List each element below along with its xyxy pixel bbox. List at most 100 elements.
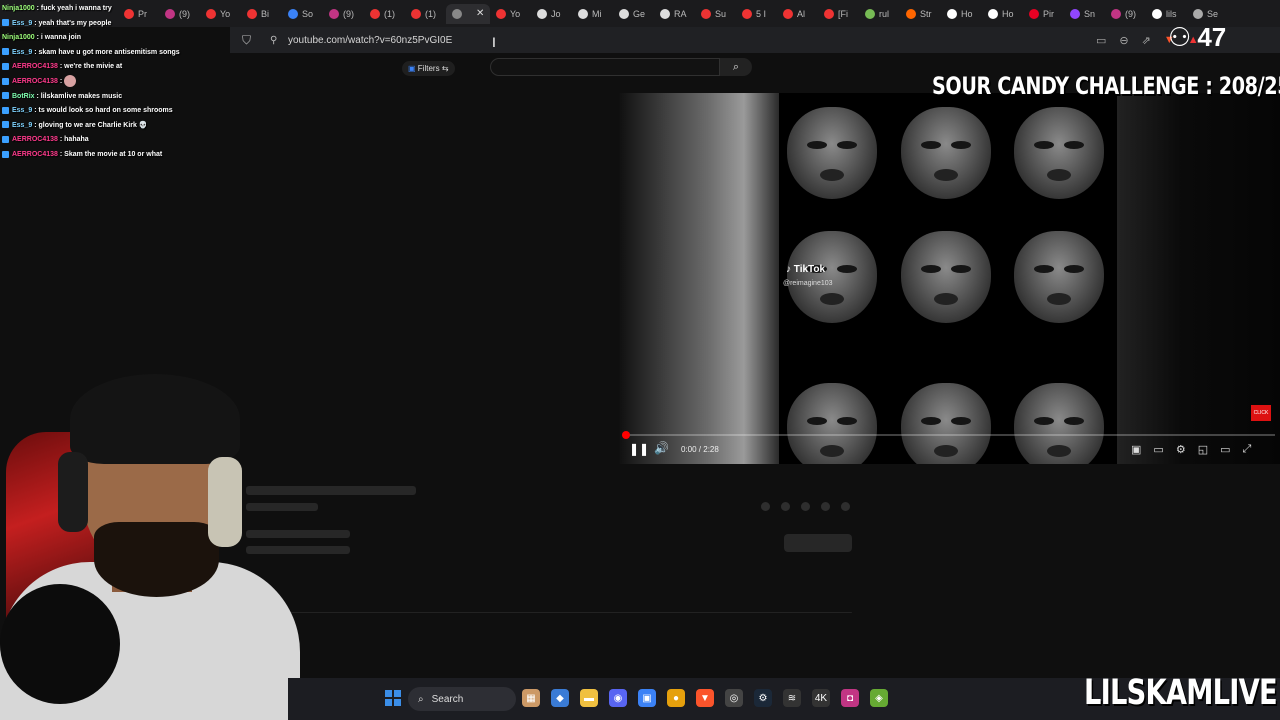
browser-tab[interactable]: 5 I — [736, 4, 777, 24]
face-mouth — [934, 445, 958, 457]
tab-label: rul — [879, 8, 890, 19]
tab-favicon-icon — [1070, 8, 1080, 19]
browser-tab[interactable]: ✕ — [446, 3, 490, 24]
tab-label: Ho — [961, 8, 973, 19]
taskbar-search[interactable]: ⌕ Search — [408, 687, 516, 711]
browser-tab[interactable]: Ho — [982, 4, 1023, 24]
video-frame — [779, 93, 1117, 464]
chat-text: ts would look so hard on some shrooms — [38, 107, 173, 115]
app3-icon[interactable]: ◈ — [870, 689, 888, 707]
store-icon[interactable]: ▣ — [638, 689, 656, 707]
chat-message: AERROC4138 : hahaha — [2, 133, 262, 148]
discord-icon[interactable]: ◉ — [609, 689, 627, 707]
start-button[interactable] — [385, 690, 401, 706]
zoom-icon[interactable]: ⊖ — [1119, 34, 1128, 47]
face-image — [787, 231, 877, 323]
chat-username: BotRix — [12, 92, 35, 100]
chat-text: hahaha — [64, 136, 89, 144]
tab-label: [Fi — [838, 8, 848, 19]
4k-icon[interactable]: 4K — [812, 689, 830, 707]
chat-badge-icon — [2, 48, 9, 56]
volume-icon[interactable]: 🔊 — [654, 441, 669, 455]
video-player[interactable]: ♪ TikTok @reimagine103 ❚❚ 🔊 0:00 / 2:28 … — [619, 93, 1280, 464]
site-info-icon[interactable]: ⚲ — [270, 35, 277, 46]
face-mouth — [1047, 169, 1071, 181]
url-field[interactable]: youtube.com/watch?v=60nz5PvGI0E — [288, 35, 452, 46]
captions-icon[interactable]: ▭ — [1153, 443, 1163, 456]
widgets-icon[interactable]: ▦ — [522, 689, 540, 707]
browser-tab[interactable]: Su — [695, 4, 736, 24]
theater-icon[interactable]: ▭ — [1220, 443, 1230, 456]
streamer-webcam — [0, 372, 300, 720]
microphone — [0, 584, 120, 704]
chat-text: lilskamlive makes music — [40, 92, 123, 100]
instagram-icon[interactable]: ◘ — [841, 689, 859, 707]
streamer-durag — [70, 374, 240, 464]
face-mouth — [934, 293, 958, 305]
screen-icon[interactable]: ▭ — [1096, 34, 1106, 47]
progress-scrubber[interactable] — [622, 431, 630, 439]
tab-label: Ge — [633, 8, 646, 19]
settings-icon[interactable]: ⚙ — [1176, 443, 1186, 456]
filters-button[interactable]: ▣ Filters ⇆ — [402, 61, 455, 76]
chat-message: AERROC4138 : Skam the movie at 10 or wha… — [2, 148, 262, 163]
face-mouth — [1047, 293, 1071, 305]
autoplay-icon[interactable]: ▣ — [1131, 443, 1141, 456]
browser-tab[interactable]: So — [282, 4, 323, 24]
browser-tab[interactable]: Mi — [572, 4, 613, 24]
streamer-beard — [94, 522, 219, 597]
chat-username: Ess_9 — [12, 107, 33, 115]
browser-tab[interactable]: Al — [777, 4, 818, 24]
browser-tab[interactable]: [Fi — [818, 4, 859, 24]
browser-tab[interactable]: Se — [1187, 4, 1228, 24]
close-tab-icon[interactable]: ✕ — [476, 8, 484, 19]
tab-label: Al — [797, 8, 806, 19]
copilot-icon[interactable]: ◆ — [551, 689, 569, 707]
face-image — [901, 231, 991, 323]
tab-favicon-icon — [288, 8, 298, 19]
browser-tab[interactable]: (1) — [405, 4, 446, 24]
chat-message: Ninja1000 : fuck yeah i wanna try — [2, 2, 262, 17]
search-input[interactable] — [490, 58, 720, 76]
miniplayer-icon[interactable]: ◱ — [1198, 443, 1208, 456]
browser-tab[interactable]: Pir — [1023, 4, 1064, 24]
search-button[interactable]: ⌕ — [720, 58, 752, 76]
time-display: 0:00 / 2:28 — [681, 445, 719, 454]
tab-label: Su — [715, 8, 727, 19]
chat-message: Ninja1000 : i wanna join — [2, 31, 262, 46]
browser-tab[interactable]: (1) — [364, 4, 405, 24]
chat-username: AERROC4138 — [12, 150, 58, 158]
obs-icon[interactable]: ◎ — [725, 689, 743, 707]
share-icon[interactable]: ⇗ — [1142, 34, 1151, 47]
browser-tab[interactable]: Ge — [613, 4, 654, 24]
tab-favicon-icon — [947, 8, 957, 19]
browser-tab[interactable]: RA — [654, 4, 695, 24]
file-explorer-icon[interactable]: ▬ — [580, 689, 598, 707]
browser-tab[interactable]: Ho — [941, 4, 982, 24]
browser-tab[interactable]: Str — [900, 4, 941, 24]
chat-emote-icon — [64, 75, 77, 88]
brave-icon[interactable]: ▼ — [696, 689, 714, 707]
tab-favicon-icon — [619, 8, 629, 19]
progress-bar[interactable] — [625, 434, 1275, 436]
fullscreen-icon[interactable]: ⤢ — [1243, 443, 1252, 456]
pause-icon[interactable]: ❚❚ — [629, 442, 649, 456]
browser-tab[interactable]: rul — [859, 4, 900, 24]
browser-tab[interactable]: (9) — [323, 4, 364, 24]
browser-tab[interactable]: Jo — [531, 4, 572, 24]
steam-icon[interactable]: ⚙ — [754, 689, 772, 707]
browser-tab[interactable]: (9) — [1105, 4, 1146, 24]
click-badge[interactable]: CLICK — [1251, 405, 1271, 421]
tab-favicon-icon — [1029, 8, 1039, 19]
app-icon[interactable]: ● — [667, 689, 685, 707]
browser-tab[interactable]: lils — [1146, 4, 1187, 24]
tiktok-watermark: ♪ TikTok — [786, 264, 826, 275]
browser-tab[interactable]: Yo — [490, 4, 531, 24]
browser-tab[interactable]: Sn — [1064, 4, 1105, 24]
face-mouth — [820, 445, 844, 457]
tab-favicon-icon — [701, 8, 711, 19]
tab-favicon-icon — [496, 8, 506, 19]
chat-message: Ess_9 : gloving to we are Charlie Kirk 💀 — [2, 119, 262, 134]
app2-icon[interactable]: ≋ — [783, 689, 801, 707]
tab-label: (9) — [1125, 8, 1136, 19]
